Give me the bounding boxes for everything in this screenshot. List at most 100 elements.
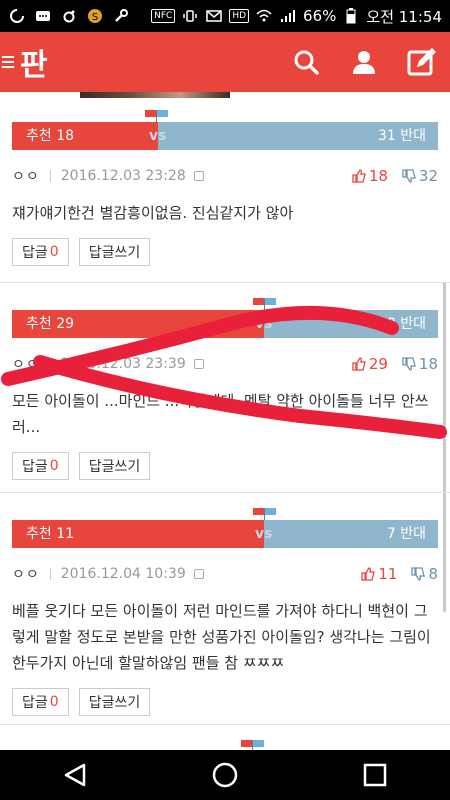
report-icon[interactable] [193, 359, 204, 369]
vs-label: vs [255, 316, 273, 332]
comment-divider [0, 282, 450, 283]
thumb-down-icon [402, 357, 416, 371]
like-button[interactable]: 18 [352, 167, 388, 185]
vote-flag-icon [145, 110, 175, 122]
comment-divider [0, 492, 450, 493]
menu-icon[interactable] [2, 53, 18, 71]
like-count: 29 [368, 355, 388, 373]
system-nav-bar [0, 750, 450, 800]
svg-text:S: S [92, 12, 98, 23]
thumb-down-icon [402, 169, 416, 183]
battery-icon [342, 7, 360, 25]
comment-item: 추천 18 31 반대 vs ㅇㅇ 2016.12.03 23:28 18 32… [0, 110, 450, 266]
article-image-edge [80, 92, 230, 98]
user-icon [353, 51, 375, 74]
meta-divider [49, 170, 51, 182]
replies-button[interactable]: 답글 0 [12, 452, 69, 480]
replies-count: 0 [49, 244, 59, 260]
coin-icon: S [86, 7, 104, 25]
comment-date: 2016.12.04 10:39 [60, 566, 186, 582]
recents-icon [363, 763, 387, 787]
meta-divider [49, 568, 51, 580]
like-count: 11 [378, 565, 398, 583]
vote-flag-icon [253, 298, 283, 310]
dislike-count: 32 [418, 167, 438, 185]
oppose-count: 7 반대 [264, 520, 438, 548]
ring-icon [60, 7, 78, 25]
back-button[interactable] [55, 755, 95, 795]
app-logo[interactable]: 판 [20, 40, 48, 84]
vote-bar: 추천 11 7 반대 vs [12, 508, 438, 550]
write-reply-button[interactable]: 답글쓰기 [78, 238, 151, 266]
thumb-down-icon [411, 567, 426, 581]
comment-author: ㅇㅇ [12, 169, 40, 185]
comment-author: ㅇㅇ [12, 567, 40, 583]
comment-list[interactable]: 추천 18 31 반대 vs ㅇㅇ 2016.12.03 23:28 18 32… [0, 92, 450, 750]
vote-flag-icon [241, 740, 271, 750]
mail-icon [205, 7, 223, 25]
dislike-button[interactable]: 8 [411, 565, 438, 583]
replies-label: 답글 [22, 245, 48, 261]
replies-button[interactable]: 답글 0 [12, 238, 69, 266]
phone-screen: S NFC HD 66% 오전 11:54 판 추천 18 31 반대 vs ㅇ… [0, 0, 450, 800]
dislike-button[interactable]: 18 [402, 355, 438, 373]
comment-author: ㅇㅇ [12, 357, 40, 373]
meta-divider [49, 358, 51, 370]
like-count: 18 [368, 167, 388, 185]
write-reply-button[interactable]: 답글쓰기 [78, 452, 151, 480]
profile-button[interactable] [346, 44, 382, 80]
wifi-icon [255, 7, 273, 25]
report-icon[interactable] [193, 171, 204, 181]
hd-indicator: HD [229, 9, 250, 23]
recommend-count: 추천 11 [12, 520, 264, 548]
vote-flag-icon [253, 508, 283, 520]
like-button[interactable]: 29 [352, 355, 388, 373]
wrench-icon [112, 7, 130, 25]
replies-count: 0 [49, 458, 59, 474]
report-icon[interactable] [193, 569, 204, 579]
replies-button[interactable]: 답글 0 [12, 688, 69, 716]
vibrate-icon [181, 7, 199, 25]
dislike-count: 8 [428, 565, 438, 583]
write-button[interactable] [404, 44, 440, 80]
search-button[interactable] [288, 44, 324, 80]
dislike-button[interactable]: 32 [402, 167, 438, 185]
replies-label: 답글 [22, 695, 48, 711]
nfc-indicator: NFC [151, 9, 176, 23]
home-icon [212, 762, 238, 788]
clock: 오전 11:54 [366, 7, 442, 26]
oppose-count: 18 반대 [264, 310, 438, 338]
search-icon [294, 50, 319, 75]
recents-button[interactable] [355, 755, 395, 795]
thumb-up-icon [352, 169, 366, 183]
comment-item: 추천 29 18 반대 vs ㅇㅇ 2016.12.03 23:39 29 18… [0, 298, 450, 480]
comment-date: 2016.12.03 23:28 [60, 168, 186, 184]
app-notification-icon [8, 7, 26, 25]
write-icon [407, 48, 436, 76]
recommend-count: 추천 29 [12, 310, 264, 338]
replies-label: 답글 [22, 459, 48, 475]
message-icon [34, 7, 52, 25]
battery-percent: 66% [303, 7, 337, 25]
thumb-up-icon [361, 567, 376, 581]
comment-text: 베플 웃기다 모든 아이돌이 저런 마인드를 가져야 하다니 백현이 그렇게 말… [12, 602, 431, 672]
comment-divider [0, 724, 450, 725]
write-reply-button[interactable]: 답글쓰기 [78, 688, 151, 716]
comment-date: 2016.12.03 23:39 [60, 356, 186, 372]
vs-label: vs [149, 128, 167, 144]
replies-count: 0 [49, 694, 59, 710]
like-button[interactable]: 11 [361, 565, 397, 583]
app-header: 판 [0, 32, 450, 92]
comment-text: 쟤가얘기한건 별감흥이없음. 진심같지가 않아 [12, 204, 294, 222]
comment-text: 모든 아이돌이 ...마인드 ...야할테데, 멘탈 약한 아이돌들 너무 안쓰… [12, 392, 429, 436]
dislike-count: 18 [418, 355, 438, 373]
home-button[interactable] [205, 755, 245, 795]
vote-bar: 추천 29 18 반대 vs [12, 298, 438, 340]
back-icon [64, 763, 86, 787]
status-bar: S NFC HD 66% 오전 11:54 [0, 0, 450, 32]
signal-icon [279, 7, 297, 25]
comment-item: 추천 11 7 반대 vs ㅇㅇ 2016.12.04 10:39 11 8 베… [0, 508, 450, 716]
thumb-up-icon [352, 357, 366, 371]
vote-bar: 추천 18 31 반대 vs [12, 110, 438, 152]
recommend-count: 추천 18 [12, 122, 158, 150]
